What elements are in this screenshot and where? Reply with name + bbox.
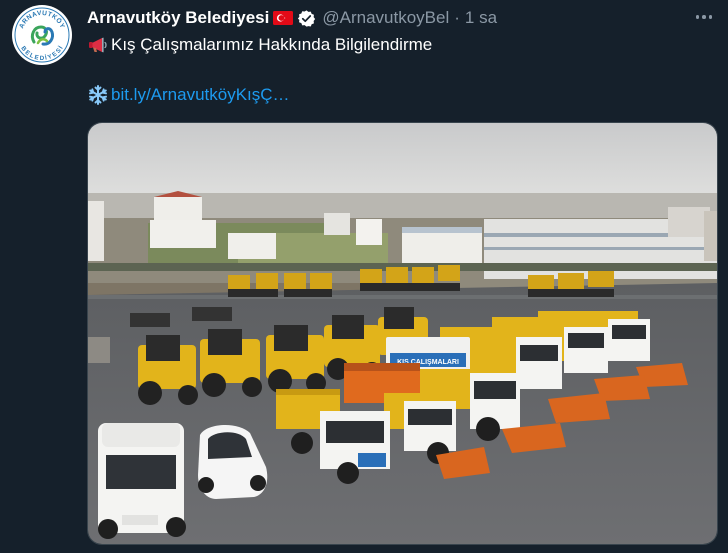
tweet-card[interactable]: ARNAVUTKÖY BELEDİYESİ Arnavutköy Belediy… bbox=[0, 0, 728, 553]
tweet-header: Arnavutköy Belediyesi @ArnavutkoyBel · 1… bbox=[87, 7, 497, 29]
snow-plow-photo: KIŞ ÇALIŞMALARI bbox=[88, 123, 717, 544]
tweet-text-line: Kış Çalışmalarımız Hakkında Bilgilendirm… bbox=[87, 34, 432, 56]
tweet-media-photo[interactable]: KIŞ ÇALIŞMALARI bbox=[87, 122, 718, 545]
snowflake-icon bbox=[89, 85, 107, 105]
verified-badge-icon bbox=[298, 9, 316, 27]
tweet-link-line: bit.ly/ArnavutköyKışÇ… bbox=[87, 83, 290, 107]
municipality-logo-icon: ARNAVUTKÖY BELEDİYESİ bbox=[13, 6, 71, 64]
author-handle[interactable]: @ArnavutkoyBel bbox=[322, 8, 449, 28]
avatar[interactable]: ARNAVUTKÖY BELEDİYESİ bbox=[12, 5, 72, 65]
display-name[interactable]: Arnavutköy Belediyesi bbox=[87, 8, 269, 28]
timestamp[interactable]: 1 sa bbox=[465, 8, 497, 28]
more-options-icon[interactable] bbox=[690, 8, 718, 26]
turkish-flag-icon bbox=[273, 11, 294, 25]
separator-dot: · bbox=[454, 8, 460, 27]
tweet-link[interactable]: bit.ly/ArnavutköyKışÇ… bbox=[111, 85, 290, 105]
megaphone-icon bbox=[89, 37, 107, 53]
tweet-text: Kış Çalışmalarımız Hakkında Bilgilendirm… bbox=[111, 35, 433, 54]
